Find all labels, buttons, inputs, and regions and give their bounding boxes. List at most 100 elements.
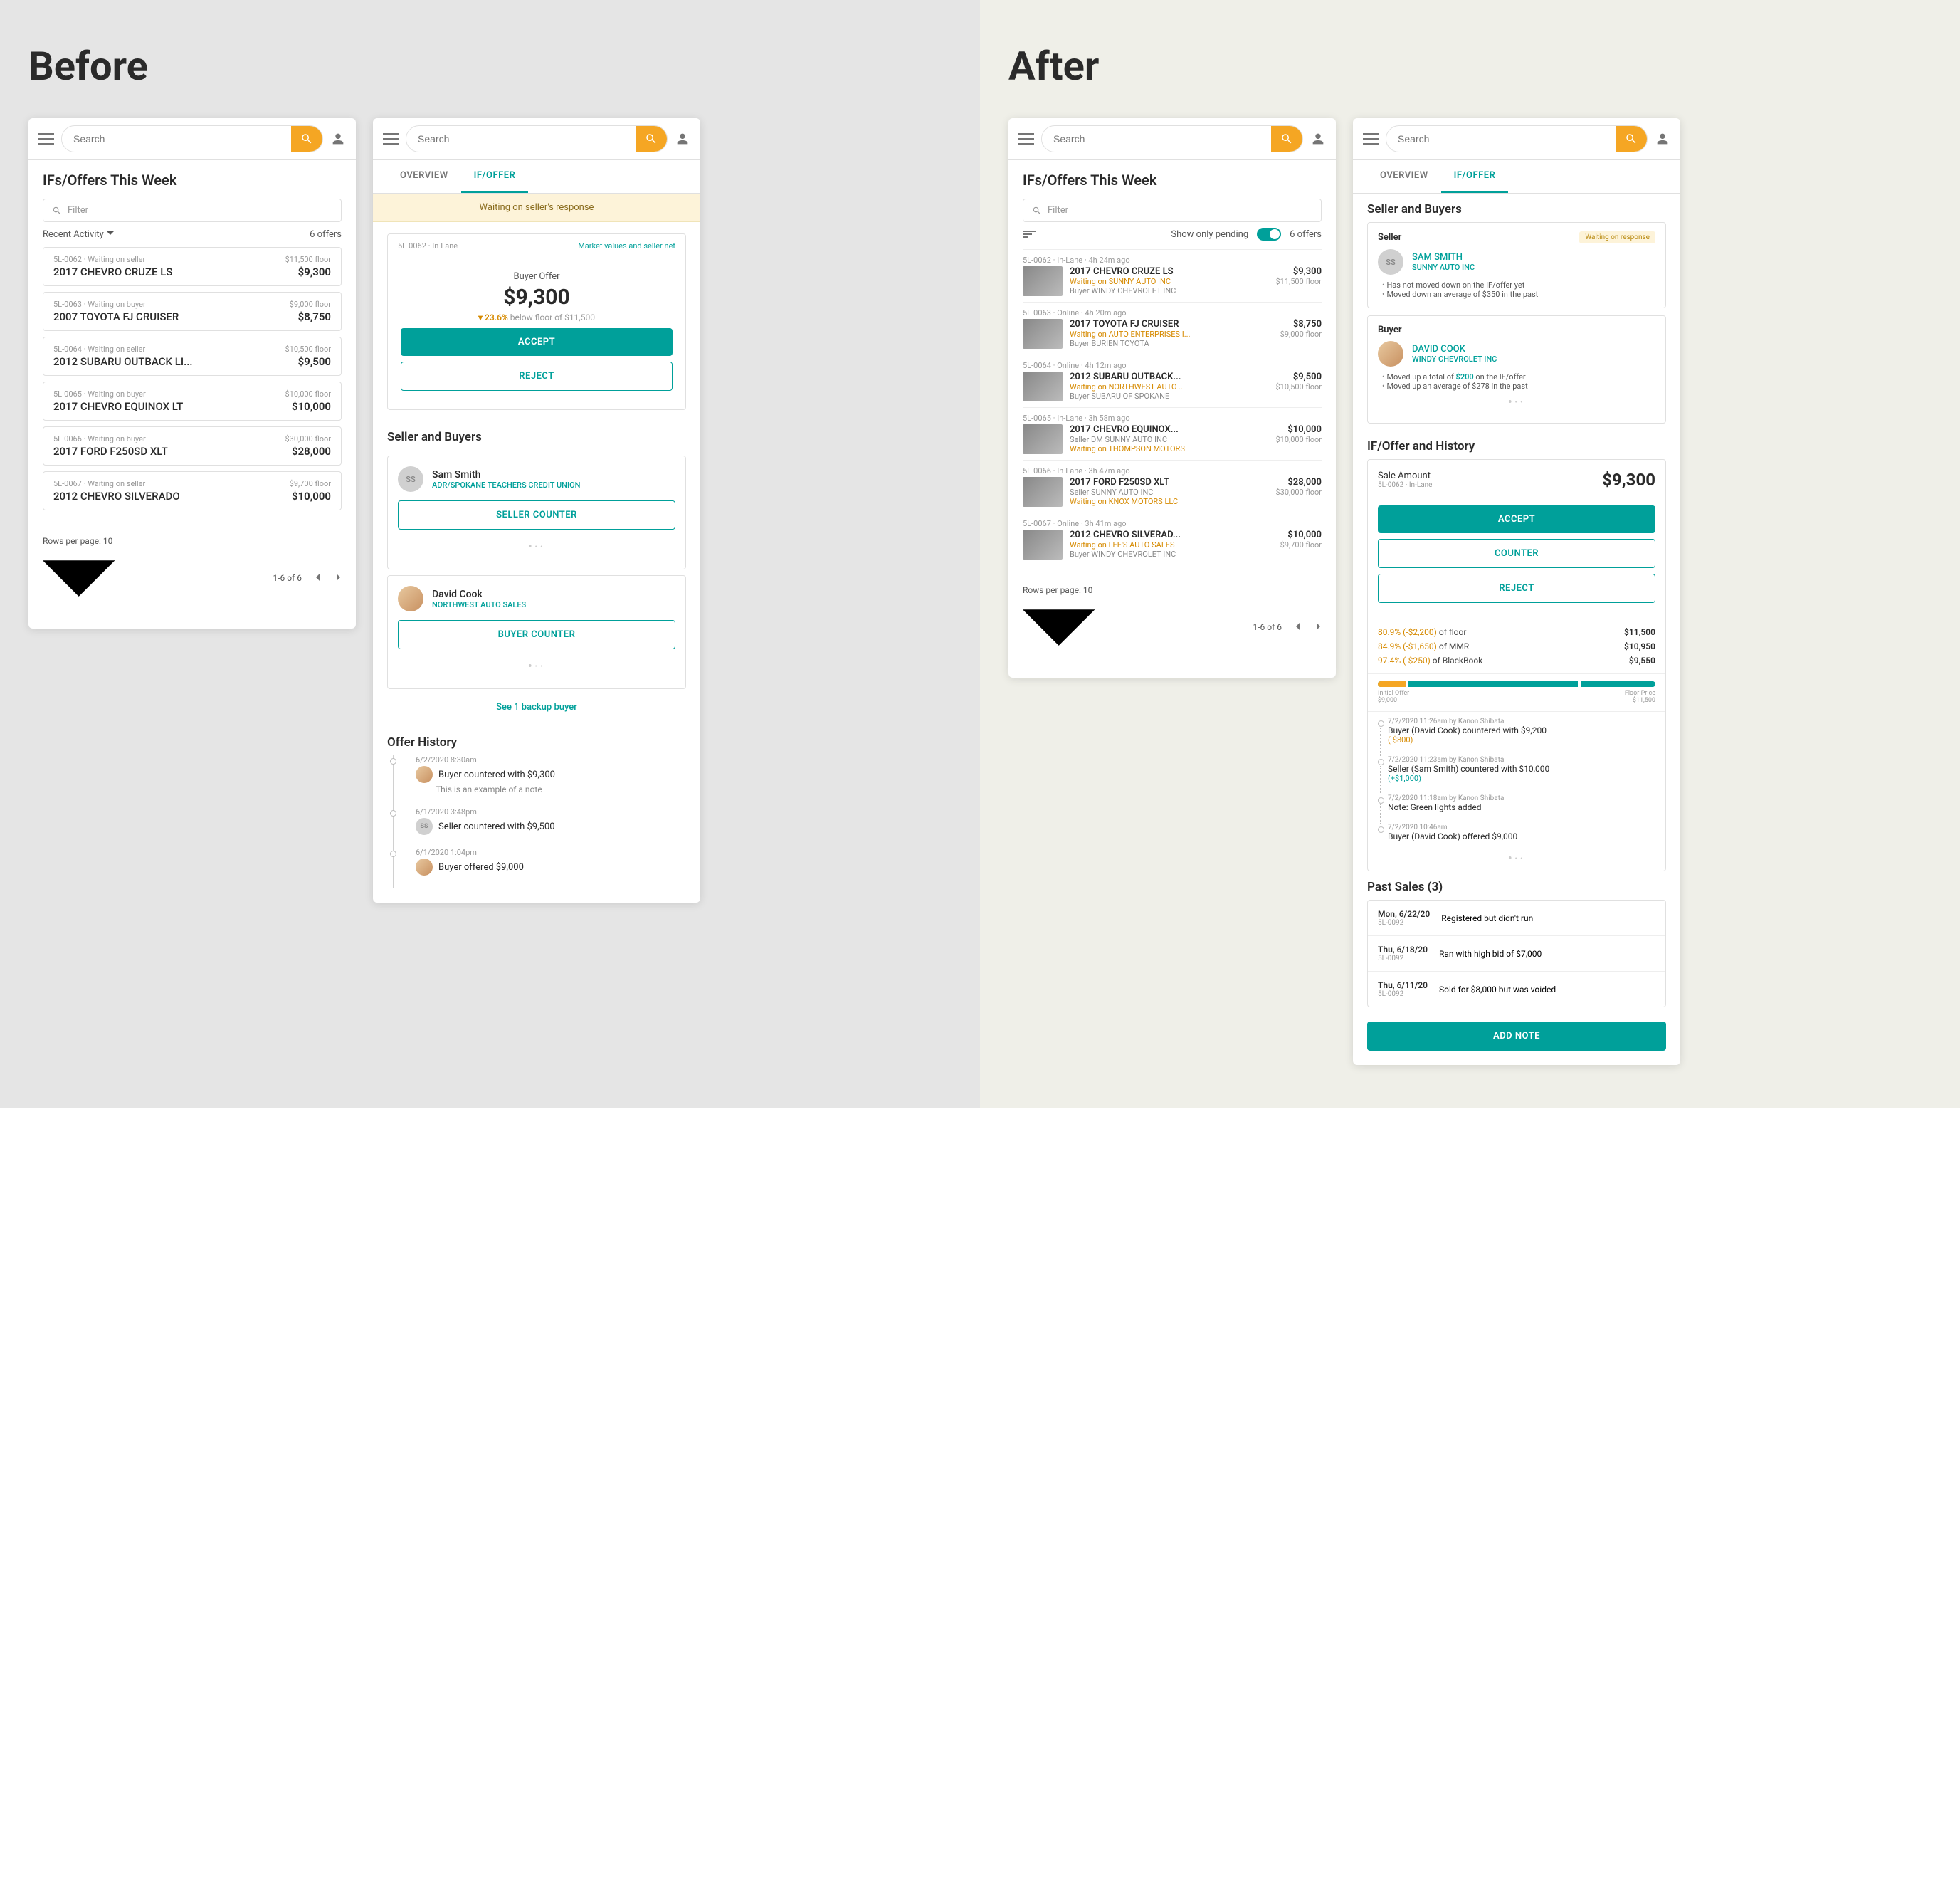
search-input[interactable] [1042, 133, 1271, 145]
after-list-phone: IFs/Offers This Week Filter Show only pe… [1008, 118, 1336, 678]
list-item[interactable]: 5L-0064 · Online · 4h 12m ago2012 SUBARU… [1023, 355, 1322, 407]
search-field[interactable] [1041, 125, 1303, 152]
seller-org[interactable]: SUNNY AUTO INC [1412, 263, 1475, 272]
page-title: IFs/Offers This Week [1023, 172, 1322, 189]
list-item[interactable]: 5L-0062 · Waiting on seller$11,500 floor… [43, 247, 342, 286]
list-item[interactable]: 5L-0065 · In-Lane · 3h 58m ago2017 CHEVR… [1023, 407, 1322, 460]
next-page[interactable] [1314, 622, 1322, 632]
chevron-right-icon [334, 574, 342, 581]
history-item: 7/2/2020 11:18am by Kanon ShibataNote: G… [1368, 789, 1665, 818]
tab-overview[interactable]: OVERVIEW [387, 160, 461, 193]
topbar [373, 118, 700, 160]
menu-icon[interactable] [383, 133, 399, 145]
buyer-counter-button[interactable]: BUYER COUNTER [398, 620, 675, 649]
history-item: 7/2/2020 11:23am by Kanon ShibataSeller … [1368, 750, 1665, 789]
search-icon [645, 132, 658, 145]
before-panel: Before IFs/Offers This Week Filter Recen… [0, 0, 980, 1108]
market-values-link[interactable]: Market values and seller net [578, 241, 675, 251]
sale-card: Sale Amount 5L-0062 · In-Lane $9,300 ACC… [1367, 459, 1666, 871]
add-note-button[interactable]: ADD NOTE [1367, 1022, 1666, 1051]
offer-id: 5L-0062 · In-Lane [398, 241, 458, 251]
next-page[interactable] [334, 573, 342, 583]
search-field[interactable] [61, 125, 323, 152]
seller-buyers-title: Seller and Buyers [1353, 194, 1680, 222]
list-item[interactable]: 5L-0062 · In-Lane · 4h 24m ago2017 CHEVR… [1023, 249, 1322, 302]
topbar [1008, 118, 1336, 160]
filter-input[interactable]: Filter [1023, 199, 1322, 222]
prev-page[interactable] [315, 573, 322, 583]
chevron-down-icon [1023, 595, 1095, 667]
prev-page[interactable] [1295, 622, 1302, 632]
recent-activity-dropdown[interactable]: Recent Activity [43, 229, 114, 240]
search-icon [300, 132, 313, 145]
page-title: IFs/Offers This Week [43, 172, 342, 189]
seller-bullets: Has not moved down on the IF/offer yetMo… [1378, 280, 1655, 299]
tab-overview[interactable]: OVERVIEW [1367, 160, 1441, 193]
buyer-org: NORTHWEST AUTO SALES [432, 600, 526, 609]
filter-input[interactable]: Filter [43, 199, 342, 222]
list-item[interactable]: 5L-0064 · Waiting on seller$10,500 floor… [43, 337, 342, 376]
list-item[interactable]: 5L-0063 · Waiting on buyer$9,000 floor20… [43, 292, 342, 331]
pagination: Rows per page: 10 1-6 of 6 [1008, 577, 1336, 678]
carousel-dots: •·· [1378, 391, 1655, 414]
menu-icon[interactable] [38, 133, 54, 145]
list-item[interactable]: 5L-0066 · Waiting on buyer$30,000 floor2… [43, 426, 342, 466]
avatar: SS [398, 466, 423, 492]
seller-name: Sam Smith [432, 469, 580, 481]
menu-icon[interactable] [1363, 133, 1379, 145]
list-item[interactable]: 5L-0065 · Waiting on buyer$10,000 floor2… [43, 382, 342, 421]
avatar [1378, 341, 1403, 367]
status-banner: Waiting on seller's response [373, 194, 700, 222]
tabs: OVERVIEW IF/OFFER [1353, 160, 1680, 194]
profile-icon[interactable] [1310, 131, 1326, 147]
sale-amount-label: Sale Amount [1378, 471, 1432, 481]
reject-button[interactable]: REJECT [401, 362, 673, 391]
search-icon [1280, 132, 1293, 145]
search-button[interactable] [636, 126, 667, 152]
rows-select[interactable]: 10 [43, 536, 115, 620]
after-detail-phone: OVERVIEW IF/OFFER Seller and Buyers Sell… [1353, 118, 1680, 1065]
search-button[interactable] [1271, 126, 1302, 152]
profile-icon[interactable] [330, 131, 346, 147]
seller-org: ADR/SPOKANE TEACHERS CREDIT UNION [432, 481, 580, 490]
search-input[interactable] [62, 133, 291, 145]
carousel-dots: •·· [398, 655, 675, 678]
pending-toggle[interactable] [1257, 228, 1281, 241]
profile-icon[interactable] [675, 131, 690, 147]
menu-icon[interactable] [1018, 133, 1034, 145]
vehicle-thumb [1023, 424, 1063, 454]
buyer-card: David Cook NORTHWEST AUTO SALES BUYER CO… [387, 575, 686, 689]
list-item[interactable]: 5L-0063 · Online · 4h 20m ago2017 TOYOTA… [1023, 302, 1322, 355]
carousel-dots: •·· [1368, 847, 1665, 871]
tab-ifoffer[interactable]: IF/OFFER [1441, 160, 1509, 193]
seller-name[interactable]: SAM SMITH [1412, 252, 1475, 263]
search-icon [1625, 132, 1638, 145]
search-input[interactable] [1386, 133, 1616, 145]
history-item: 6/2/2020 8:30amBuyer countered with $9,3… [387, 755, 686, 807]
ifoffer-history-title: IF/Offer and History [1353, 431, 1680, 459]
buyer-name[interactable]: DAVID COOK [1412, 344, 1497, 355]
buyer-org[interactable]: WINDY CHEVROLET INC [1412, 355, 1497, 364]
list-item[interactable]: 5L-0066 · In-Lane · 3h 47m ago2017 FORD … [1023, 460, 1322, 513]
rows-select[interactable]: 10 [1023, 585, 1095, 669]
profile-icon[interactable] [1655, 131, 1670, 147]
search-button[interactable] [1616, 126, 1647, 152]
seller-counter-button[interactable]: SELLER COUNTER [398, 500, 675, 530]
search-field[interactable] [406, 125, 668, 152]
backup-buyer-link[interactable]: See 1 backup buyer [373, 695, 700, 727]
search-field[interactable] [1386, 125, 1648, 152]
history-item: 6/1/2020 3:48pmSSSeller countered with $… [387, 807, 686, 848]
past-sale-row: Thu, 6/11/205L-0092Sold for $8,000 but w… [1368, 972, 1665, 1007]
reject-button[interactable]: REJECT [1378, 574, 1655, 603]
search-input[interactable] [406, 133, 636, 145]
tab-ifoffer[interactable]: IF/OFFER [461, 160, 529, 193]
after-title: After [1008, 43, 1932, 90]
search-button[interactable] [291, 126, 322, 152]
sort-icon[interactable] [1023, 231, 1036, 238]
counter-button[interactable]: COUNTER [1378, 539, 1655, 568]
list-item[interactable]: 5L-0067 · Online · 3h 41m ago2012 CHEVRO… [1023, 513, 1322, 565]
buyer-role: Buyer [1378, 325, 1402, 335]
accept-button[interactable]: ACCEPT [401, 328, 673, 356]
list-item[interactable]: 5L-0067 · Waiting on seller$9,700 floor2… [43, 471, 342, 510]
accept-button[interactable]: ACCEPT [1378, 505, 1655, 533]
